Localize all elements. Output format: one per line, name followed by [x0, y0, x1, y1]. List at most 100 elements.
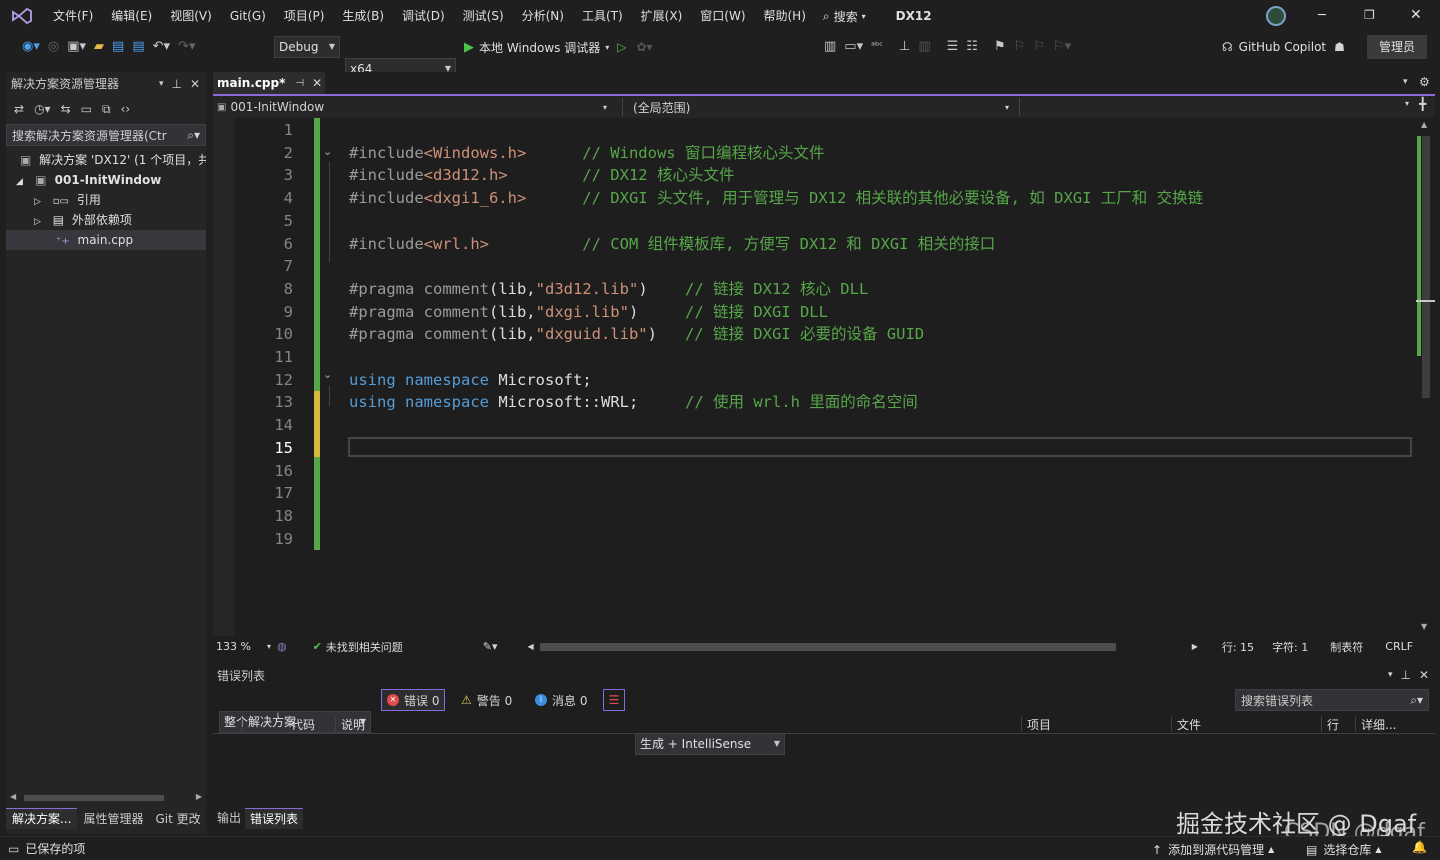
bookmark-clear-icon[interactable]: ⚐▾: [1049, 35, 1075, 59]
tab-output[interactable]: 输出: [213, 808, 245, 828]
menu-item-12[interactable]: 帮助(H): [755, 0, 815, 32]
back-icon[interactable]: ◉▾: [18, 35, 44, 59]
error-search-input[interactable]: 搜索错误列表: [1241, 692, 1313, 709]
save-all-icon[interactable]: ▤: [128, 35, 148, 59]
search-menu[interactable]: ⌕ 搜索 ▾: [823, 8, 866, 25]
tab-solution-explorer[interactable]: 解决方案...: [6, 807, 78, 829]
new-project-icon[interactable]: ▣▾: [63, 35, 90, 59]
col-code[interactable]: 代码: [291, 716, 315, 733]
tree-external-deps[interactable]: ▷ ▤ 外部依赖项: [6, 210, 206, 230]
fold-icon[interactable]: ⌄: [323, 368, 332, 381]
code-line[interactable]: #pragma comment(lib,"d3d12.lib") // 链接 D…: [349, 278, 868, 301]
notification-icon[interactable]: 🔔: [1412, 840, 1427, 854]
col-project[interactable]: 项目: [1027, 716, 1051, 733]
globe-icon[interactable]: [1266, 6, 1286, 26]
col-description[interactable]: 说明: [341, 716, 365, 733]
vertical-scrollbar[interactable]: ▲ ▼: [1416, 118, 1435, 636]
copilot-button[interactable]: ☊ GitHub Copilot ☗: [1222, 36, 1345, 58]
collapse-arrow-icon[interactable]: ▷: [34, 197, 41, 207]
line-indicator[interactable]: 行: 15: [1222, 639, 1254, 655]
menu-item-0[interactable]: 文件(F): [44, 0, 102, 32]
code-icon[interactable]: ‹›: [121, 102, 131, 116]
history-icon[interactable]: ◷▾: [34, 102, 51, 116]
menu-item-10[interactable]: 扩展(X): [632, 0, 692, 32]
tab-main-cpp[interactable]: main.cpp* ⊣ ✕: [213, 72, 325, 94]
menu-item-7[interactable]: 测试(S): [454, 0, 513, 32]
open-folder-icon[interactable]: ▰: [90, 35, 108, 59]
folder-icon[interactable]: ▥: [820, 35, 840, 59]
collapse-arrow-icon[interactable]: ▷: [34, 217, 41, 227]
code-line[interactable]: #include<Windows.h> // Windows 窗口编程核心头文件: [349, 142, 824, 165]
restore-button[interactable]: ❐: [1364, 8, 1375, 22]
redo-icon[interactable]: ↷▾: [174, 35, 199, 59]
code-line[interactable]: #include<dxgi1_6.h> // DXGI 头文件, 用于管理与 D…: [349, 187, 1203, 210]
user-icon[interactable]: ☗: [1334, 40, 1345, 54]
zoom-select[interactable]: 133 %: [216, 640, 251, 653]
global-scope-select[interactable]: (全局范围) ▾: [633, 98, 1013, 116]
tab-git-changes[interactable]: Git 更改: [149, 810, 206, 827]
close-icon[interactable]: ✕: [312, 76, 322, 90]
menu-item-6[interactable]: 调试(D): [393, 0, 454, 32]
tab-list-icon[interactable]: ▾: [1403, 77, 1408, 87]
eol-indicator[interactable]: CRLF: [1385, 640, 1413, 653]
outdent-icon[interactable]: ☰: [943, 35, 963, 59]
col-line[interactable]: 行: [1327, 716, 1339, 733]
tree-references[interactable]: ▷ ▫▭ 引用: [6, 190, 206, 210]
close-button[interactable]: ✕: [1410, 7, 1422, 23]
menu-item-5[interactable]: 生成(B): [333, 0, 393, 32]
chevron-down-icon[interactable]: ▾: [1405, 99, 1409, 108]
tree-solution[interactable]: ▣ 解决方案 'DX12' (1 个项目，共: [6, 150, 206, 170]
bookmark-prev-icon[interactable]: ⚐: [1010, 35, 1030, 59]
copy-icon[interactable]: ⧉: [102, 102, 111, 117]
pin-icon[interactable]: ⊣: [295, 78, 304, 89]
window-icon[interactable]: ▭▾: [840, 35, 867, 59]
pin-icon[interactable]: ⊥: [171, 72, 181, 96]
error-search[interactable]: 搜索错误列表 ⌕▾: [1235, 689, 1429, 711]
menu-item-8[interactable]: 分析(N): [513, 0, 573, 32]
code-line[interactable]: #include<d3d12.h> // DX12 核心头文件: [349, 164, 734, 187]
select-repo[interactable]: ▤ 选择仓库 ▲: [1306, 841, 1382, 858]
col-details[interactable]: 详细...: [1361, 716, 1396, 733]
tabs-indicator[interactable]: 制表符: [1330, 639, 1363, 655]
bookmark-next-icon[interactable]: ⚐: [1029, 35, 1049, 59]
menu-item-11[interactable]: 窗口(W): [691, 0, 754, 32]
minimize-button[interactable]: ─: [1318, 8, 1326, 23]
tab-error-list[interactable]: 错误列表: [245, 807, 304, 829]
scroll-left-icon[interactable]: ◀: [528, 642, 534, 651]
layout-icon[interactable]: ▥: [914, 35, 934, 59]
close-icon[interactable]: ✕: [190, 72, 200, 96]
swap-icon[interactable]: ⇆: [61, 102, 71, 116]
code-line[interactable]: #pragma comment(lib,"dxgi.lib") // 链接 DX…: [349, 301, 828, 324]
indent-icon[interactable]: ☷: [962, 35, 982, 59]
filter-icon[interactable]: ☰: [603, 689, 625, 711]
run-debugger-button[interactable]: ▶ 本地 Windows 调试器 ▾ ▷ ✿▾: [464, 36, 653, 58]
messages-filter-button[interactable]: i 消息 0: [531, 689, 591, 711]
tree-project[interactable]: ◢ ▣ 001-InitWindow: [6, 170, 206, 190]
close-icon[interactable]: ✕: [1419, 668, 1429, 682]
horizontal-scrollbar[interactable]: [539, 642, 1116, 651]
project-scope-select[interactable]: ▣ 001-InitWindow ▾: [217, 98, 613, 116]
sync-icon[interactable]: ⇄: [14, 102, 24, 116]
solution-search-input[interactable]: 搜索解决方案资源管理器(Ctr: [12, 127, 167, 144]
menu-item-4[interactable]: 项目(P): [275, 0, 334, 32]
split-icon[interactable]: ╋: [1419, 97, 1426, 111]
code-editor[interactable]: 1 2 3 4 5 6 7 8 9 10 11 12 13 14 15 16 17 18 19 ⌄ ⌄ #inclu…: [213, 118, 1435, 636]
expand-icon[interactable]: ◢: [16, 177, 23, 187]
warnings-filter-button[interactable]: ⚠ 警告 0: [457, 689, 516, 711]
code-cleanup-icon[interactable]: ✎▾: [483, 640, 498, 653]
code-line[interactable]: #pragma comment(lib,"dxguid.lib") // 链接 …: [349, 323, 924, 346]
scroll-right-icon[interactable]: ▶: [1192, 642, 1198, 651]
bookmark-icon[interactable]: ⚑: [990, 35, 1010, 59]
undo-icon[interactable]: ↶▾: [149, 35, 174, 59]
collapse-icon[interactable]: ▭: [81, 102, 92, 116]
code-line[interactable]: using namespace Microsoft;: [349, 369, 592, 392]
menu-item-1[interactable]: 编辑(E): [102, 0, 161, 32]
play-outline-icon[interactable]: ▷: [617, 40, 626, 54]
col-file[interactable]: 文件: [1177, 716, 1201, 733]
config-select[interactable]: Debug ▼: [274, 36, 340, 58]
menu-item-9[interactable]: 工具(T): [573, 0, 632, 32]
code-line[interactable]: #include<wrl.h> // COM 组件模板库, 方便写 DX12 和…: [349, 233, 995, 256]
char-indicator[interactable]: 字符: 1: [1272, 639, 1308, 655]
build-filter-select[interactable]: 生成 + IntelliSense ▼: [635, 733, 785, 755]
tree-main-cpp[interactable]: ⁺+ main.cpp: [6, 230, 206, 250]
